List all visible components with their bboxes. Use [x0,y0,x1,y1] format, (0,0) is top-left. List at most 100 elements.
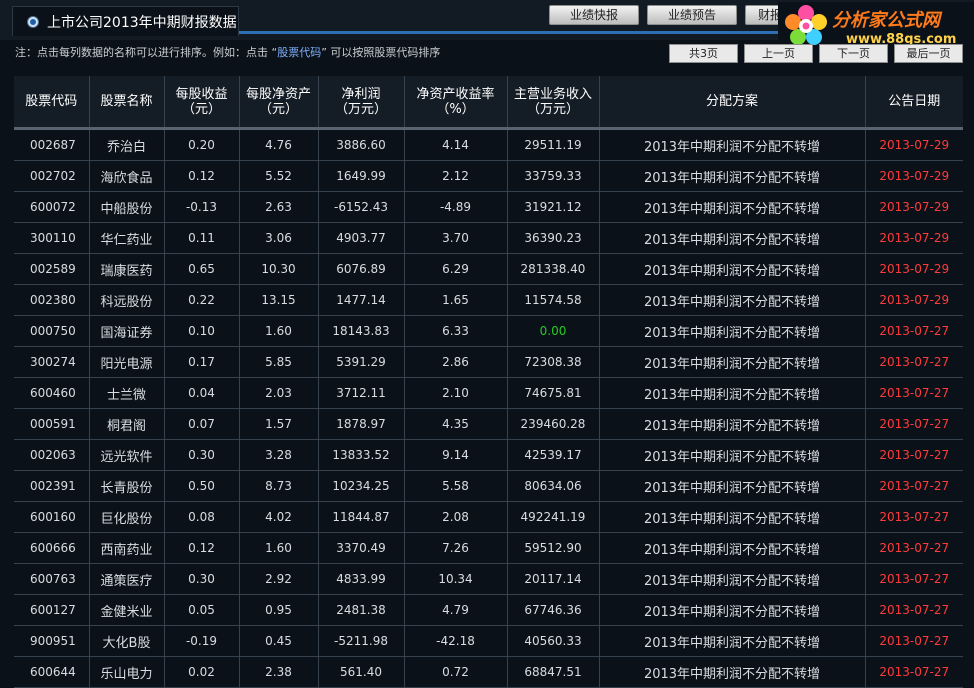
cell-roe: 10.34 [404,563,508,595]
column-header-line: 股票代码 [25,94,78,109]
cell-navps: 4.02 [239,501,319,533]
table-row[interactable]: 600644 乐山电力 0.02 2.38 561.40 0.72 68847.51 2013… [14,656,963,688]
cell-revenue: 33759.33 [507,160,600,192]
cell-announce-date: 2013-07-27 [865,563,963,595]
table-row[interactable]: 002702 海欣食品 0.12 5.52 1649.99 2.12 33759.33 201… [14,160,963,192]
page-count: 共3页 [669,44,738,63]
cell-stock-name: 西南药业 [89,532,165,564]
table-row[interactable]: 002063 远光软件 0.30 3.28 13833.52 9.14 42539.17 20… [14,439,963,471]
cell-stock-code: 002687 [14,128,90,161]
cell-eps: 0.20 [164,128,240,161]
cell-eps: 0.07 [164,408,240,440]
title-tab[interactable]: 上市公司2013年中期财报数据 [12,6,239,36]
cell-distribution-plan: 2013年中期利润不分配不转增 [599,563,866,595]
cell-stock-code: 000591 [14,408,90,440]
notice-link[interactable]: 股票代码 [277,46,321,59]
table-row[interactable]: 600460 士兰微 0.04 2.03 3712.11 2.10 74675.81 2013… [14,377,963,409]
cell-stock-name: 金健米业 [89,594,165,626]
table-row[interactable]: 600160 巨化股份 0.08 4.02 11844.87 2.08 492241.19 2… [14,501,963,533]
cell-distribution-plan: 2013年中期利润不分配不转增 [599,160,866,192]
cell-navps: 2.03 [239,377,319,409]
table-row[interactable]: 900951 大化B股 -0.19 0.45 -5211.98 -42.18 40560.3… [14,625,963,657]
cell-stock-name: 阳光电源 [89,346,165,378]
cell-net-profit: 3712.11 [318,377,405,409]
table-row[interactable]: 300110 华仁药业 0.11 3.06 4903.77 3.70 36390.23 201… [14,222,963,254]
table-row[interactable]: 002687 乔治白 0.20 4.76 3886.60 4.14 29511.19 2013… [14,128,963,161]
cell-roe: 4.14 [404,128,508,161]
cell-roe: 2.12 [404,160,508,192]
cell-distribution-plan: 2013年中期利润不分配不转增 [599,532,866,564]
cell-eps: 0.50 [164,470,240,502]
cell-eps: 0.11 [164,222,240,254]
cell-stock-name: 国海证券 [89,315,165,347]
table-row[interactable]: 002380 科远股份 0.22 13.15 1477.14 1.65 11574.58 20… [14,284,963,316]
table-body: 002687 乔治白 0.20 4.76 3886.60 4.14 29511.19 2013… [14,128,963,688]
cell-announce-date: 2013-07-29 [865,284,963,316]
cell-eps: 0.22 [164,284,240,316]
cell-net-profit: 18143.83 [318,315,405,347]
cell-distribution-plan: 2013年中期利润不分配不转增 [599,625,866,657]
cell-revenue: 67746.36 [507,594,600,626]
column-header-stock-name[interactable]: 股票名称 [89,76,165,130]
cell-navps: 13.15 [239,284,319,316]
column-header-revenue[interactable]: 主营业务收入 （万元） [507,76,600,130]
cell-announce-date: 2013-07-27 [865,656,963,688]
table-row[interactable]: 002589 瑞康医药 0.65 10.30 6076.89 6.29 281338.40 2… [14,253,963,285]
table-row[interactable]: 600666 西南药业 0.12 1.60 3370.49 7.26 59512.90 201… [14,532,963,564]
cell-distribution-plan: 2013年中期利润不分配不转增 [599,253,866,285]
table-row[interactable]: 600127 金健米业 0.05 0.95 2481.38 4.79 67746.36 201… [14,594,963,626]
last-page-button[interactable]: 最后一页 [894,44,963,63]
cell-roe: 9.14 [404,439,508,471]
cell-eps: -0.19 [164,625,240,657]
performance-forecast-button[interactable]: 业绩预告 [647,5,737,25]
cell-stock-code: 600127 [14,594,90,626]
table-row[interactable]: 600072 中船股份 -0.13 2.63 -6152.43 -4.89 31921.12… [14,191,963,223]
cell-navps: 1.60 [239,315,319,347]
cell-net-profit: 4833.99 [318,563,405,595]
table-row[interactable]: 002391 长青股份 0.50 8.73 10234.25 5.58 80634.06 20… [14,470,963,502]
cell-stock-name: 巨化股份 [89,501,165,533]
cell-roe: 5.58 [404,470,508,502]
table-row[interactable]: 000591 桐君阁 0.07 1.57 1878.97 4.35 239460.28 201… [14,408,963,440]
cell-stock-name: 士兰微 [89,377,165,409]
column-header-line: 净资产收益率 [416,86,495,102]
cell-eps: 0.08 [164,501,240,533]
cell-navps: 1.60 [239,532,319,564]
column-header-navps[interactable]: 每股净资产 （元） [239,76,319,130]
next-page-button[interactable]: 下一页 [819,44,888,63]
table-row[interactable]: 300274 阳光电源 0.17 5.85 5391.29 2.86 72308.38 201… [14,346,963,378]
cell-navps: 3.28 [239,439,319,471]
table-row[interactable]: 600763 通策医疗 0.30 2.92 4833.99 10.34 20117.14 20… [14,563,963,595]
financial-data-table: 股票代码 股票名称 每股收益 （元） 每股净资产 （元） 净利润 （万元） 净资产收益率 （%）主… [14,76,963,688]
column-header-net-profit[interactable]: 净利润 （万元） [318,76,405,130]
column-header-distribution-plan[interactable]: 分配方案 [599,76,866,130]
column-header-stock-code[interactable]: 股票代码 [14,76,90,130]
cell-distribution-plan: 2013年中期利润不分配不转增 [599,656,866,688]
cell-net-profit: 1477.14 [318,284,405,316]
cell-stock-name: 大化B股 [89,625,165,657]
cell-stock-name: 乐山电力 [89,656,165,688]
cell-stock-name: 科远股份 [89,284,165,316]
cell-revenue: 59512.90 [507,532,600,564]
cell-stock-code: 600763 [14,563,90,595]
table-row[interactable]: 000750 国海证券 0.10 1.60 18143.83 6.33 0.00 2013年中… [14,315,963,347]
cell-announce-date: 2013-07-29 [865,191,963,223]
column-header-line: 主营业务收入 [513,86,592,102]
cell-roe: 2.86 [404,346,508,378]
prev-page-button[interactable]: 上一页 [744,44,813,63]
cell-roe: -42.18 [404,625,508,657]
column-header-roe[interactable]: 净资产收益率 （%） [404,76,508,130]
cell-revenue: 492241.19 [507,501,600,533]
cell-revenue: 74675.81 [507,377,600,409]
cell-distribution-plan: 2013年中期利润不分配不转增 [599,128,866,161]
column-header-eps[interactable]: 每股收益 （元） [164,76,240,130]
cell-revenue: 72308.38 [507,346,600,378]
cell-navps: 3.06 [239,222,319,254]
cell-revenue: 68847.51 [507,656,600,688]
cell-announce-date: 2013-07-27 [865,625,963,657]
cell-stock-code: 600072 [14,191,90,223]
column-header-announce-date[interactable]: 公告日期 [865,76,963,130]
cell-stock-name: 乔治白 [89,128,165,161]
column-header-line: （元） [258,101,298,117]
performance-flash-button[interactable]: 业绩快报 [549,5,639,25]
